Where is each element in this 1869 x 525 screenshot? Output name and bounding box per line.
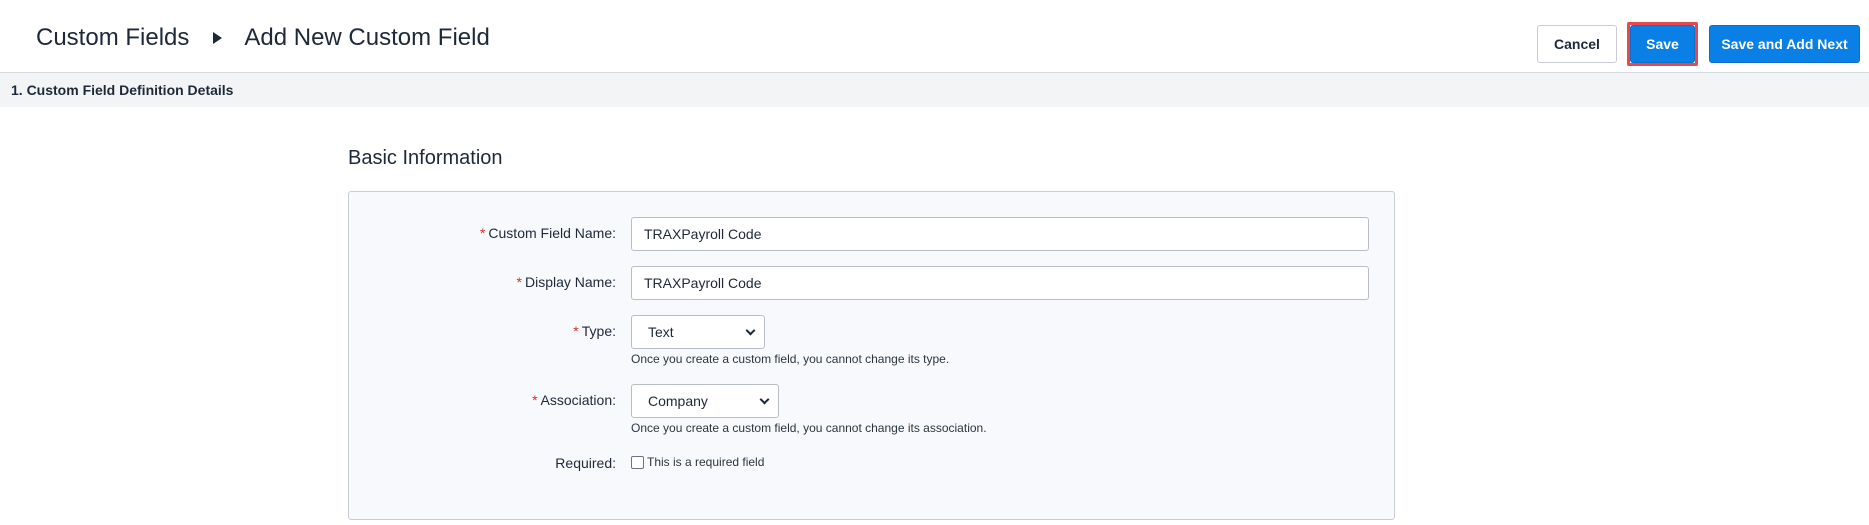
association-hint: Once you create a custom field, you cann…	[631, 421, 987, 435]
custom-field-name-input[interactable]	[631, 217, 1369, 251]
association-select[interactable]: Company	[631, 384, 779, 418]
association-select-value: Company	[648, 393, 708, 409]
breadcrumb-parent-link[interactable]: Custom Fields	[36, 24, 189, 52]
step-section-bar: 1. Custom Field Definition Details	[0, 73, 1869, 107]
page-title: Add New Custom Field	[244, 24, 490, 51]
page-header: Custom Fields Add New Custom Field Cance…	[0, 0, 1869, 73]
required-asterisk: *	[532, 392, 538, 408]
save-button[interactable]: Save	[1630, 25, 1695, 63]
required-checkbox[interactable]	[631, 455, 644, 469]
required-checkbox-label[interactable]: This is a required field	[647, 455, 764, 469]
chevron-down-icon	[759, 394, 770, 404]
display-name-input[interactable]	[631, 266, 1369, 300]
required-asterisk: *	[573, 323, 579, 339]
save-and-add-next-button[interactable]: Save and Add Next	[1709, 25, 1860, 63]
custom-field-name-label: * Custom Field Name:	[479, 225, 616, 241]
required-label: Required:	[555, 455, 616, 471]
required-asterisk: *	[516, 274, 522, 290]
type-label: * Type:	[573, 323, 616, 339]
section-title: Basic Information	[348, 147, 503, 169]
type-hint: Once you create a custom field, you cann…	[631, 352, 950, 366]
chevron-down-icon	[745, 325, 756, 335]
display-name-label: * Display Name:	[516, 274, 616, 290]
type-select[interactable]: Text	[631, 315, 765, 349]
cancel-button[interactable]: Cancel	[1537, 25, 1617, 63]
breadcrumb-separator-icon	[213, 32, 223, 44]
breadcrumb: Custom Fields Add New Custom Field	[36, 24, 490, 52]
page: Custom Fields Add New Custom Field Cance…	[0, 0, 1869, 525]
required-checkbox-row[interactable]: This is a required field	[631, 455, 764, 469]
required-asterisk: *	[479, 225, 486, 241]
type-select-value: Text	[648, 324, 674, 340]
association-label: * Association:	[532, 392, 616, 408]
